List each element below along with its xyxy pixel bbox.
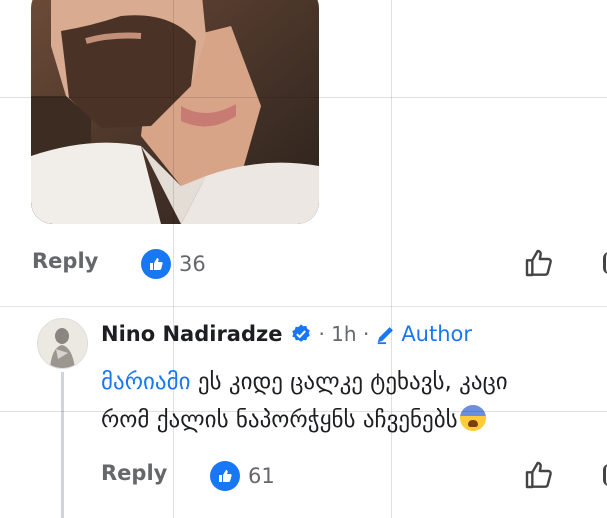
like-badge-icon	[210, 461, 240, 491]
author-badge: Author	[375, 322, 472, 346]
reaction-summary[interactable]: 61	[210, 461, 275, 491]
timestamp: · 1h ·	[318, 322, 370, 346]
reply-button[interactable]: Reply	[101, 461, 167, 485]
thumbs-up-outline-icon	[525, 461, 552, 489]
more-icon[interactable]	[603, 252, 607, 274]
grid-line	[391, 0, 392, 518]
comment-actions: Reply	[32, 249, 98, 273]
like-button[interactable]	[523, 247, 555, 283]
comment-actions: Reply	[101, 461, 167, 485]
thumbs-up-outline-icon	[525, 249, 552, 277]
reply-button[interactable]: Reply	[32, 249, 98, 273]
reaction-summary[interactable]: 36	[141, 249, 206, 279]
fearful-face-emoji	[459, 405, 486, 431]
comment-body: მარიამი ეს კიდე ცალკე ტეხავს, კაცი რომ ქ…	[101, 363, 607, 439]
comment-photo[interactable]	[31, 0, 319, 224]
comment-header: Nino Nadiradze · 1h · Author	[101, 322, 472, 346]
thread-line	[61, 372, 64, 518]
verified-icon	[290, 323, 312, 345]
author-badge-label: Author	[401, 322, 473, 346]
reaction-count: 61	[248, 464, 275, 488]
like-badge-icon	[141, 249, 171, 279]
divider	[0, 306, 607, 307]
like-button[interactable]	[523, 459, 555, 495]
pencil-icon	[378, 327, 394, 345]
avatar[interactable]	[37, 318, 88, 369]
reaction-count: 36	[179, 252, 206, 276]
mention-link[interactable]: მარიამი	[101, 369, 191, 395]
author-name[interactable]: Nino Nadiradze	[101, 322, 282, 346]
more-icon[interactable]	[603, 464, 607, 486]
comment-text-line-1: ეს კიდე ცალკე ტეხავს, კაცი	[190, 369, 508, 395]
comment-text-line-2: რომ ქალის ნაპორჭყნს აჩვენებს	[101, 407, 458, 433]
